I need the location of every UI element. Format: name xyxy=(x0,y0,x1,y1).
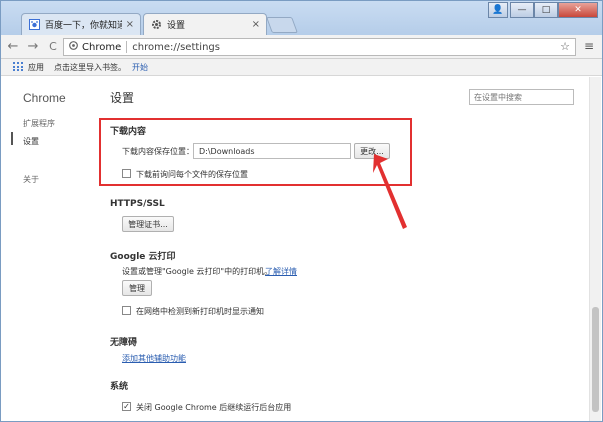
bookmark-import-hint: 点击这里导入书签。 xyxy=(54,62,126,72)
reload-icon[interactable]: C xyxy=(45,39,61,55)
sidebar-brand: Chrome xyxy=(23,91,66,105)
settings-search-input[interactable] xyxy=(469,89,574,105)
url-text[interactable]: chrome://settings xyxy=(132,42,220,53)
tab-label: 设置 xyxy=(167,21,186,31)
new-tab-button[interactable] xyxy=(266,17,298,33)
background-apps-checkbox[interactable]: ✓ xyxy=(122,402,131,411)
browser-window: 百度一下，你就知道 × 设置 × 👤 — □ ✕ ← → C Chrome ch… xyxy=(0,0,603,422)
cloud-print-section-title: Google 云打印 xyxy=(110,252,176,262)
page-title: 设置 xyxy=(110,91,135,105)
close-tab-icon[interactable]: × xyxy=(252,19,260,30)
annotation-arrow-icon xyxy=(373,154,407,229)
add-accessibility-features-link[interactable]: 添加其他辅助功能 xyxy=(122,353,186,364)
user-icon[interactable]: 👤 xyxy=(488,2,508,18)
download-highlight-box xyxy=(99,118,412,186)
apps-grid-icon[interactable] xyxy=(13,62,23,72)
chrome-page-icon xyxy=(69,41,78,53)
page-scrollbar[interactable] xyxy=(589,77,601,421)
back-icon[interactable]: ← xyxy=(5,39,21,55)
sidebar-active-indicator xyxy=(11,132,13,145)
sidebar-item-extensions[interactable]: 扩展程序 xyxy=(23,118,55,129)
maximize-button[interactable]: □ xyxy=(534,2,558,18)
tab-settings[interactable]: 设置 × xyxy=(143,13,267,35)
cloud-print-description: 设置或管理"Google 云打印"中的打印机。 xyxy=(122,267,273,276)
omnibox-separator xyxy=(126,41,128,53)
https-section-title: HTTPS/SSL xyxy=(110,199,165,209)
sidebar-item-settings[interactable]: 设置 xyxy=(23,136,39,147)
window-controls: 👤 — □ ✕ xyxy=(488,2,598,18)
baidu-icon xyxy=(28,19,40,31)
close-tab-icon[interactable]: × xyxy=(126,19,134,30)
bookmark-star-icon[interactable]: ☆ xyxy=(560,40,570,53)
bookmark-import-start-link[interactable]: 开始 xyxy=(132,62,148,73)
bookmarks-bar: 应用 点击这里导入书签。 开始 xyxy=(1,59,602,76)
settings-sidebar: Chrome 扩展程序 设置 关于 xyxy=(1,77,96,421)
accessibility-section-title: 无障碍 xyxy=(110,338,138,348)
gear-icon xyxy=(150,19,162,31)
omnibox-chip: Chrome xyxy=(82,41,122,53)
title-bar: 百度一下，你就知道 × 设置 × 👤 — □ ✕ xyxy=(1,1,602,35)
cloud-print-learn-more-link[interactable]: 了解详情 xyxy=(265,266,297,277)
forward-icon[interactable]: → xyxy=(25,39,41,55)
manage-certificates-button[interactable]: 管理证书... xyxy=(122,216,174,232)
tab-label: 百度一下，你就知道 xyxy=(45,21,122,31)
system-section-title: 系统 xyxy=(110,382,129,392)
sidebar-item-about[interactable]: 关于 xyxy=(23,174,39,185)
menu-icon[interactable]: ≡ xyxy=(584,40,594,52)
bookmark-apps[interactable]: 应用 xyxy=(28,62,44,73)
new-printer-notify-label: 在网络中检测到新打印机时显示通知 xyxy=(136,307,264,316)
address-bar[interactable]: Chrome chrome://settings ☆ xyxy=(63,38,576,56)
new-printer-notify-checkbox[interactable] xyxy=(122,306,131,315)
manage-cloud-print-button[interactable]: 管理 xyxy=(122,280,152,296)
tab-baidu[interactable]: 百度一下，你就知道 × xyxy=(21,13,141,35)
background-apps-label: 关闭 Google Chrome 后继续运行后台应用 xyxy=(136,403,292,412)
close-window-button[interactable]: ✕ xyxy=(558,2,598,18)
scrollbar-thumb[interactable] xyxy=(592,307,599,412)
browser-toolbar: ← → C Chrome chrome://settings ☆ ≡ xyxy=(1,35,602,59)
minimize-button[interactable]: — xyxy=(510,2,534,18)
